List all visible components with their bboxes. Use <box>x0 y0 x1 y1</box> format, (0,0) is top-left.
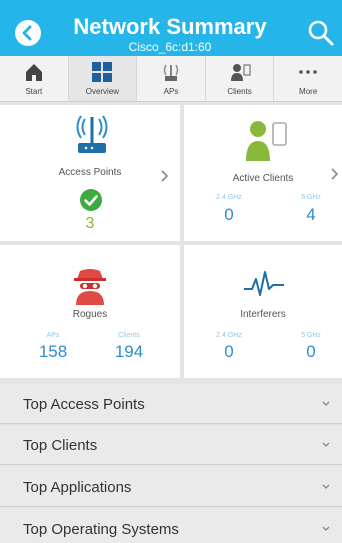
band-5-label: 5 GHz <box>301 332 321 339</box>
device-name: Cisco_6c:d1:60 <box>128 40 212 54</box>
home-icon <box>25 64 42 81</box>
access-point-icon <box>163 64 179 81</box>
rogues-tile[interactable]: Rogues APs Clients 158 194 <box>0 245 180 378</box>
list-item-top-operating-systems[interactable]: Top Operating Systems <box>0 509 342 543</box>
tab-clients[interactable]: Clients <box>206 56 275 101</box>
search-button[interactable] <box>306 18 336 48</box>
tab-label: Clients <box>227 87 252 96</box>
band-24-count: 0 <box>224 205 234 224</box>
band-24-label: 2.4 GHz <box>216 332 242 339</box>
interferers-5-count: 0 <box>306 342 316 361</box>
chevron-down-icon <box>322 526 330 531</box>
chevron-right-icon <box>331 168 339 180</box>
list-item-top-access-points[interactable]: Top Access Points <box>0 384 342 424</box>
back-button[interactable] <box>15 20 41 46</box>
page-title: Network Summary <box>73 14 267 39</box>
clients-icon <box>246 121 287 161</box>
active-clients-label: Active Clients <box>232 173 294 184</box>
app-header: Network Summary Cisco_6c:d1:60 <box>0 0 342 56</box>
list-item-top-applications[interactable]: Top Applications <box>0 467 342 507</box>
band-5-label: 5 GHz <box>301 194 321 201</box>
tab-aps[interactable]: APs <box>137 56 206 101</box>
list-item-label: Top Applications <box>23 479 132 496</box>
chevron-down-icon <box>322 484 330 489</box>
interferers-24-count: 0 <box>224 342 234 361</box>
tab-bar: Start Overview APs Clients More <box>0 56 342 102</box>
tab-label: Overview <box>85 87 120 96</box>
chevron-down-icon <box>322 442 330 447</box>
back-arrow-icon <box>22 25 32 41</box>
waveform-icon <box>244 271 284 296</box>
grid-icon <box>92 62 113 82</box>
access-points-count: 3 <box>85 215 95 232</box>
chevron-down-icon <box>322 401 330 406</box>
tab-label: Start <box>25 87 43 96</box>
interferers-label: Interferers <box>240 309 286 320</box>
chevron-right-icon <box>161 170 169 182</box>
tab-label: More <box>299 87 318 96</box>
tab-start[interactable]: Start <box>0 56 69 101</box>
list-item-label: Top Clients <box>23 437 98 454</box>
checkmark-icon <box>80 189 102 211</box>
more-icon <box>299 70 317 74</box>
list-item-label: Top Operating Systems <box>23 521 179 538</box>
interferers-tile[interactable]: Interferers 2.4 GHz 5 GHz 0 0 <box>184 245 342 378</box>
band-24-label: 2.4 GHz <box>216 194 242 201</box>
tab-more[interactable]: More <box>274 56 342 101</box>
active-clients-tile[interactable]: Active Clients 2.4 GHz 5 GHz 0 4 <box>184 105 342 241</box>
access-points-label: Access Points <box>58 167 122 178</box>
access-point-icon <box>76 115 108 153</box>
clients-icon <box>230 64 251 81</box>
tab-overview[interactable]: Overview <box>68 56 138 101</box>
rogue-icon <box>74 269 106 305</box>
rogues-label: Rogues <box>72 309 108 320</box>
tab-label: APs <box>163 87 179 96</box>
access-points-tile[interactable]: Access Points 3 <box>0 105 180 241</box>
rogue-aps-label: APs <box>46 332 60 339</box>
rogue-clients-label: Clients <box>118 332 140 339</box>
list-item-top-clients[interactable]: Top Clients <box>0 425 342 465</box>
rogue-aps-count: 158 <box>38 342 68 361</box>
list-item-label: Top Access Points <box>23 396 145 413</box>
rogue-clients-count: 194 <box>114 342 144 361</box>
band-5-count: 4 <box>306 205 316 224</box>
search-icon <box>308 20 334 46</box>
